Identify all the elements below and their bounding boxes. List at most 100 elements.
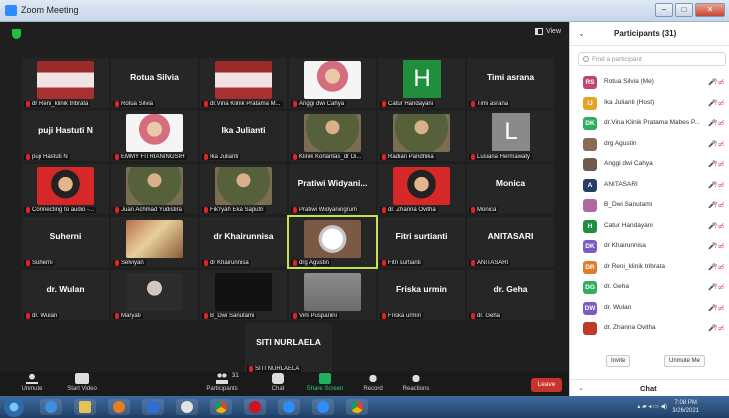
video-tile[interactable]: B_Dwi Sanutami	[200, 270, 287, 320]
app-icon	[181, 401, 193, 413]
taskbar-zoom[interactable]	[278, 399, 300, 415]
participant-name: Catur Handayani	[604, 221, 653, 229]
video-tile[interactable]: Suherni Suherni	[22, 217, 109, 267]
video-tile[interactable]: Rotua Silvia Rotua Silvia	[111, 58, 198, 108]
video-tile[interactable]: dr. Zhanna Ovitha	[378, 164, 465, 214]
video-tile[interactable]: Klinik Korlantas_dr Di...	[289, 111, 376, 161]
video-tile[interactable]: Virli Puspariini	[289, 270, 376, 320]
video-off-icon	[75, 373, 89, 384]
video-tile[interactable]: Connecting to audio -...	[22, 164, 109, 214]
video-tile[interactable]: EMMY FITRIANINGSIH	[111, 111, 198, 161]
video-tile[interactable]: Monica Monica	[467, 164, 554, 214]
security-shield-icon[interactable]	[12, 29, 21, 39]
video-tile[interactable]: Radian Pandhika	[378, 111, 465, 161]
participant-row[interactable]: Anggi dwi Cahya 🎤̸ ▭̸	[570, 154, 729, 175]
participant-row[interactable]: B_Dwi Sanutami 🎤̸ ▭̸	[570, 195, 729, 216]
taskbar-chrome[interactable]	[210, 399, 232, 415]
participant-row[interactable]: RS Rotua Silvia (Me) 🎤̸ ▭̸	[570, 72, 729, 93]
video-tile[interactable]: dr Khairunnisa dr Khairunnisa	[200, 217, 287, 267]
taskbar-app2[interactable]	[176, 399, 198, 415]
tile-name-text: Juan Achmad Yudistira	[121, 207, 182, 213]
reactions-button[interactable]: Reactions	[394, 373, 438, 392]
unmute-me-button[interactable]: Unmute Me	[664, 355, 706, 367]
participant-display-name: Monica	[495, 178, 526, 188]
video-tile[interactable]: dr.Vina Klinik Pratama M...	[200, 58, 287, 108]
tile-name-text: puji Hastuti N	[32, 154, 68, 160]
taskbar-camera[interactable]	[312, 399, 334, 415]
video-tile[interactable]: SITI NURLAELA SITI NURLAELA	[245, 323, 332, 373]
participant-row[interactable]: DR dr Reni_klinik tribrata 🎤̸ ▭̸	[570, 257, 729, 278]
start-video-button[interactable]: Start Video	[60, 373, 104, 392]
participant-display-name: ANITASARI	[487, 231, 534, 241]
view-button[interactable]: View	[534, 28, 561, 35]
video-tile[interactable]: dr. Geha dr. Geha	[467, 270, 554, 320]
video-tile[interactable]: Selviyan	[111, 217, 198, 267]
participant-row[interactable]: DK dr.Vina Klinik Pratama Mabes P... 🎤̸ ▭̸	[570, 113, 729, 134]
chat-button[interactable]: Chat	[256, 373, 300, 392]
video-tile[interactable]: Fik'ryah Eka Saputri	[200, 164, 287, 214]
tile-name-text: dr. Geha	[477, 313, 501, 319]
participant-row[interactable]: IJ Ika Julianti (Host) 🎤̸ ▭̸	[570, 93, 729, 114]
participant-row[interactable]: A ANITASARI 🎤̸ ▭̸	[570, 175, 729, 196]
participants-panel-header: ⌄ Participants (31)	[570, 22, 729, 46]
participant-search-input[interactable]: Find a participant	[578, 52, 726, 66]
participant-row[interactable]: dr. Zhanna Ovitha 🎤̸ ▭̸	[570, 318, 729, 339]
chat-panel-header[interactable]: ⌄ Chat	[570, 379, 729, 396]
taskbar-app[interactable]	[142, 399, 164, 415]
tile-name-text: Selviyan	[121, 260, 144, 266]
participant-display-name: puji Hastuti N	[38, 125, 93, 135]
unmute-button[interactable]: Unmute	[10, 373, 54, 392]
avatar: DG	[583, 281, 597, 294]
zoom-icon	[283, 401, 295, 413]
video-tile[interactable]: dr Reni_klinik tribrata	[22, 58, 109, 108]
video-tile[interactable]: Fitri surtianti Fitri surtianti	[378, 217, 465, 267]
share-screen-button[interactable]: Share Screen	[303, 373, 347, 392]
video-tile[interactable]: dr. Wulan dr. Wulan	[22, 270, 109, 320]
mic-muted-icon	[293, 101, 297, 107]
video-tile[interactable]: L Lusiana Hermawaty	[467, 111, 554, 161]
minimize-button[interactable]: –	[655, 3, 673, 17]
participant-row[interactable]: drg Agustin 🎤̸ ▭̸	[570, 134, 729, 155]
taskbar-chrome2[interactable]	[346, 399, 368, 415]
participant-row[interactable]: H Catur Handayani 🎤̸ ▭̸	[570, 216, 729, 237]
video-tile[interactable]: Maryati	[111, 270, 198, 320]
participant-row[interactable]: DG dr. Geha 🎤̸ ▭̸	[570, 277, 729, 298]
taskbar-media[interactable]	[108, 399, 130, 415]
video-tile[interactable]: Ika Julianti Ika Julianti	[200, 111, 287, 161]
taskbar-explorer[interactable]	[74, 399, 96, 415]
participant-name: dr.Vina Klinik Pratama Mabes P...	[604, 119, 700, 126]
participant-name: dr. Zhanna Ovitha	[604, 324, 656, 331]
chevron-down-icon[interactable]: ⌄	[578, 384, 584, 392]
zoom-app-icon	[5, 5, 17, 16]
invite-button[interactable]: Invite	[606, 355, 631, 367]
video-tile[interactable]: Pratiwi Widyani... Pratiwi Widyaningrum	[289, 164, 376, 214]
close-window-button[interactable]: ✕	[695, 3, 725, 17]
participant-row[interactable]: DW dr. Wulan 🎤̸ ▭̸	[570, 298, 729, 319]
video-tile[interactable]: ANITASARI ANITASARI	[467, 217, 554, 267]
video-tile[interactable]: Anggi dwi Cahya	[289, 58, 376, 108]
participant-display-name: Suherni	[49, 231, 82, 241]
chevron-down-icon[interactable]: ⌄	[578, 29, 585, 38]
participant-display-name: Timi asrana	[486, 72, 535, 82]
video-tile[interactable]: H Catur Handayani	[378, 58, 465, 108]
system-tray-icons[interactable]: ▴ ▰ ◂ ▭ ◀)	[637, 403, 667, 410]
taskbar-ie[interactable]	[40, 399, 62, 415]
video-tile[interactable]: Friska urmin Friska urmin	[378, 270, 465, 320]
video-tile[interactable]: puji Hastuti N puji Hastuti N	[22, 111, 109, 161]
participant-row[interactable]: DK dr Khairunnisa 🎤̸ ▭̸	[570, 236, 729, 257]
system-clock[interactable]: 7:08 PM 3/26/2021	[672, 399, 699, 415]
media-player-icon	[113, 401, 125, 413]
taskbar-opera[interactable]	[244, 399, 266, 415]
maximize-button[interactable]: □	[675, 3, 693, 17]
chat-label: Chat	[271, 386, 285, 392]
video-tile[interactable]: Timi asrana Timi asrana	[467, 58, 554, 108]
tile-name-text: drg Agustin	[299, 260, 330, 266]
leave-button[interactable]: Leave	[531, 378, 562, 392]
mic-muted-icon	[204, 154, 208, 160]
record-button[interactable]: Record	[351, 373, 395, 392]
mic-muted-icon	[115, 260, 119, 266]
video-tile[interactable]: Juan Achmad Yudistira	[111, 164, 198, 214]
video-tile[interactable]: drg Agustin	[287, 215, 378, 269]
tile-name-text: Monica	[477, 207, 497, 213]
start-button[interactable]	[4, 397, 24, 417]
